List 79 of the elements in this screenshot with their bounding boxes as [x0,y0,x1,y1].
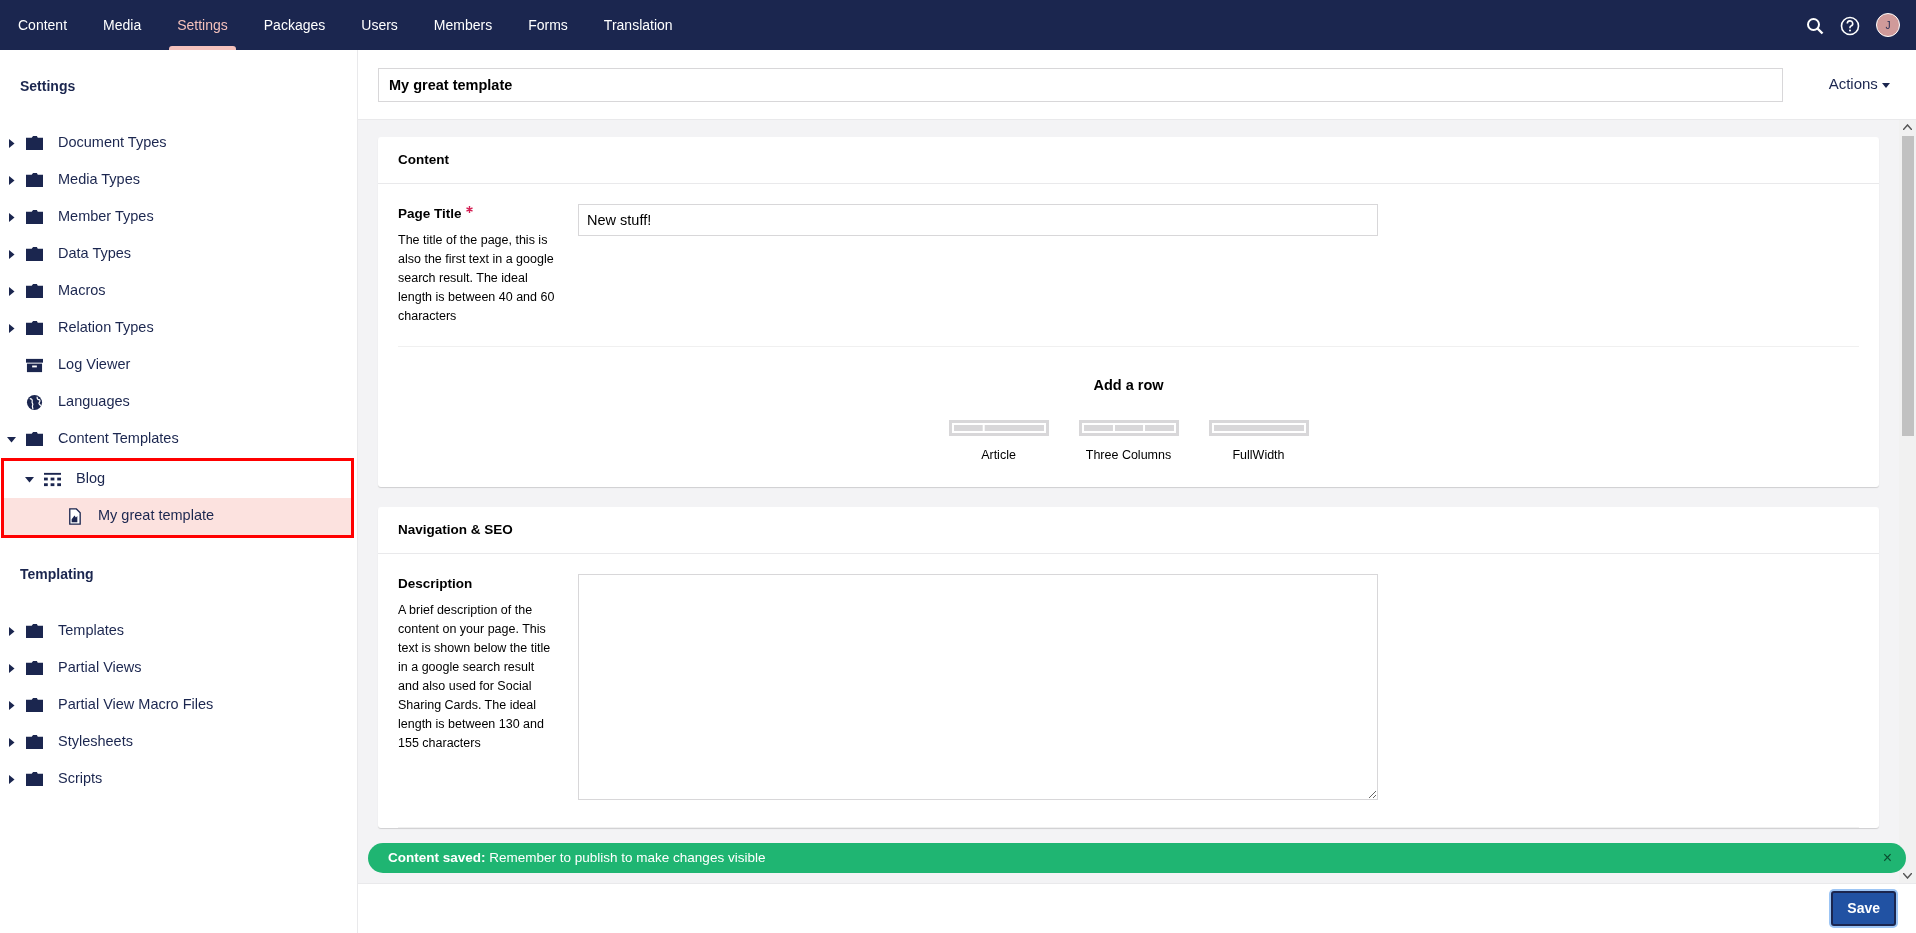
chevron-down-icon[interactable] [1903,873,1912,879]
folder-icon [25,622,44,640]
caret-down-icon[interactable] [24,474,34,484]
folder-icon [25,171,44,189]
folder-icon [25,319,44,337]
caret-right-icon[interactable] [6,663,16,673]
tree-item[interactable]: Blog [4,460,351,498]
caret-right-icon[interactable] [6,138,16,148]
tree-item[interactable]: Macros [0,272,357,310]
folder-icon [25,208,44,226]
tree-item[interactable]: Member Types [0,198,357,236]
property-label: Page Title [398,204,558,225]
chevron-up-icon[interactable] [1903,124,1912,130]
close-button[interactable]: × [1882,850,1892,866]
tree-item[interactable]: Content Templates [0,420,357,458]
section-tab[interactable]: Users [343,0,416,50]
tree-item[interactable]: Partial Views [0,649,357,687]
section-tab[interactable]: Packages [245,0,344,50]
caret-down-icon [1882,82,1890,88]
layout-option[interactable]: Article [933,420,1064,465]
tree-item[interactable]: Data Types [0,235,357,273]
caret-right-icon[interactable] [6,175,16,185]
folder-icon [25,659,44,677]
tree-item[interactable]: My great template [4,497,351,535]
folder-icon [25,733,44,751]
caret-right-icon[interactable] [6,249,16,259]
caret-right-icon[interactable] [6,774,16,784]
tree-item[interactable]: Templates [0,612,357,650]
layout-icon [948,420,1049,437]
user-avatar[interactable]: J [1876,13,1900,37]
folder-icon [25,696,44,714]
globe-icon [25,393,44,411]
folder-icon [25,430,44,448]
folder-icon [25,245,44,263]
tree-item[interactable]: Partial View Macro Files [0,686,357,724]
caret-right-icon[interactable] [6,737,16,747]
grid-heading: Add a row [1092,375,1165,395]
tree-item[interactable]: Relation Types [0,309,357,347]
tree-item[interactable]: Document Types [0,124,357,162]
name-field[interactable]: My great template [378,67,1783,102]
scrollbar[interactable] [1899,120,1916,883]
group-title: Navigation & SEO [378,507,1879,555]
section-tab[interactable]: Settings [159,0,246,50]
caret-right-icon[interactable] [6,700,16,710]
layout-option[interactable]: FullWidth [1193,420,1324,465]
group-title: Content [378,137,1879,185]
property-label: Description [398,575,474,594]
folder-icon [25,282,44,300]
layout-icon [1078,420,1179,437]
section-tab[interactable]: Translation [585,0,691,50]
section-tab[interactable]: Media [85,0,160,50]
notification-message: Content saved: Remember to publish to make changes visible [388,848,766,867]
grid-icon [43,470,62,488]
asterisk-icon [465,206,473,214]
section-heading: Templating [19,564,95,584]
caret-right-icon[interactable] [6,626,16,636]
tree-item[interactable]: Log Viewer [0,346,357,384]
tree-item[interactable]: Media Types [0,161,357,199]
folder-icon [25,134,44,152]
text-field[interactable]: New stuff! [578,204,1378,237]
folder-icon [25,770,44,788]
section-heading: Settings [19,77,77,96]
property-description: A brief description of the content on your page. This text is shown below the title in a google search result and also used for Social Sharing Cards. The ideal length is between 130 and 155 characters [398,601,552,752]
actions-button[interactable]: Actions [1822,72,1896,97]
tree-item[interactable]: Languages [0,383,357,421]
layout-icon [1208,420,1309,437]
section-tab[interactable]: Forms [510,0,586,50]
section-tab[interactable]: Content [0,0,86,50]
layout-option[interactable]: Three Columns [1063,420,1194,465]
tree-item[interactable]: Scripts [0,760,357,798]
caret-down-icon[interactable] [6,434,16,444]
section-tab[interactable]: Members [415,0,511,50]
tree-item[interactable]: Stylesheets [0,723,357,761]
property-description: The title of the page, this is also the first text in a google search result. The ideal length is between 40 and 60 characters [398,231,556,325]
archive-box-icon [25,356,44,374]
save-button[interactable]: Save [1831,891,1896,926]
caret-right-icon[interactable] [6,323,16,333]
caret-right-icon[interactable] [6,212,16,222]
caret-right-icon[interactable] [6,286,16,296]
